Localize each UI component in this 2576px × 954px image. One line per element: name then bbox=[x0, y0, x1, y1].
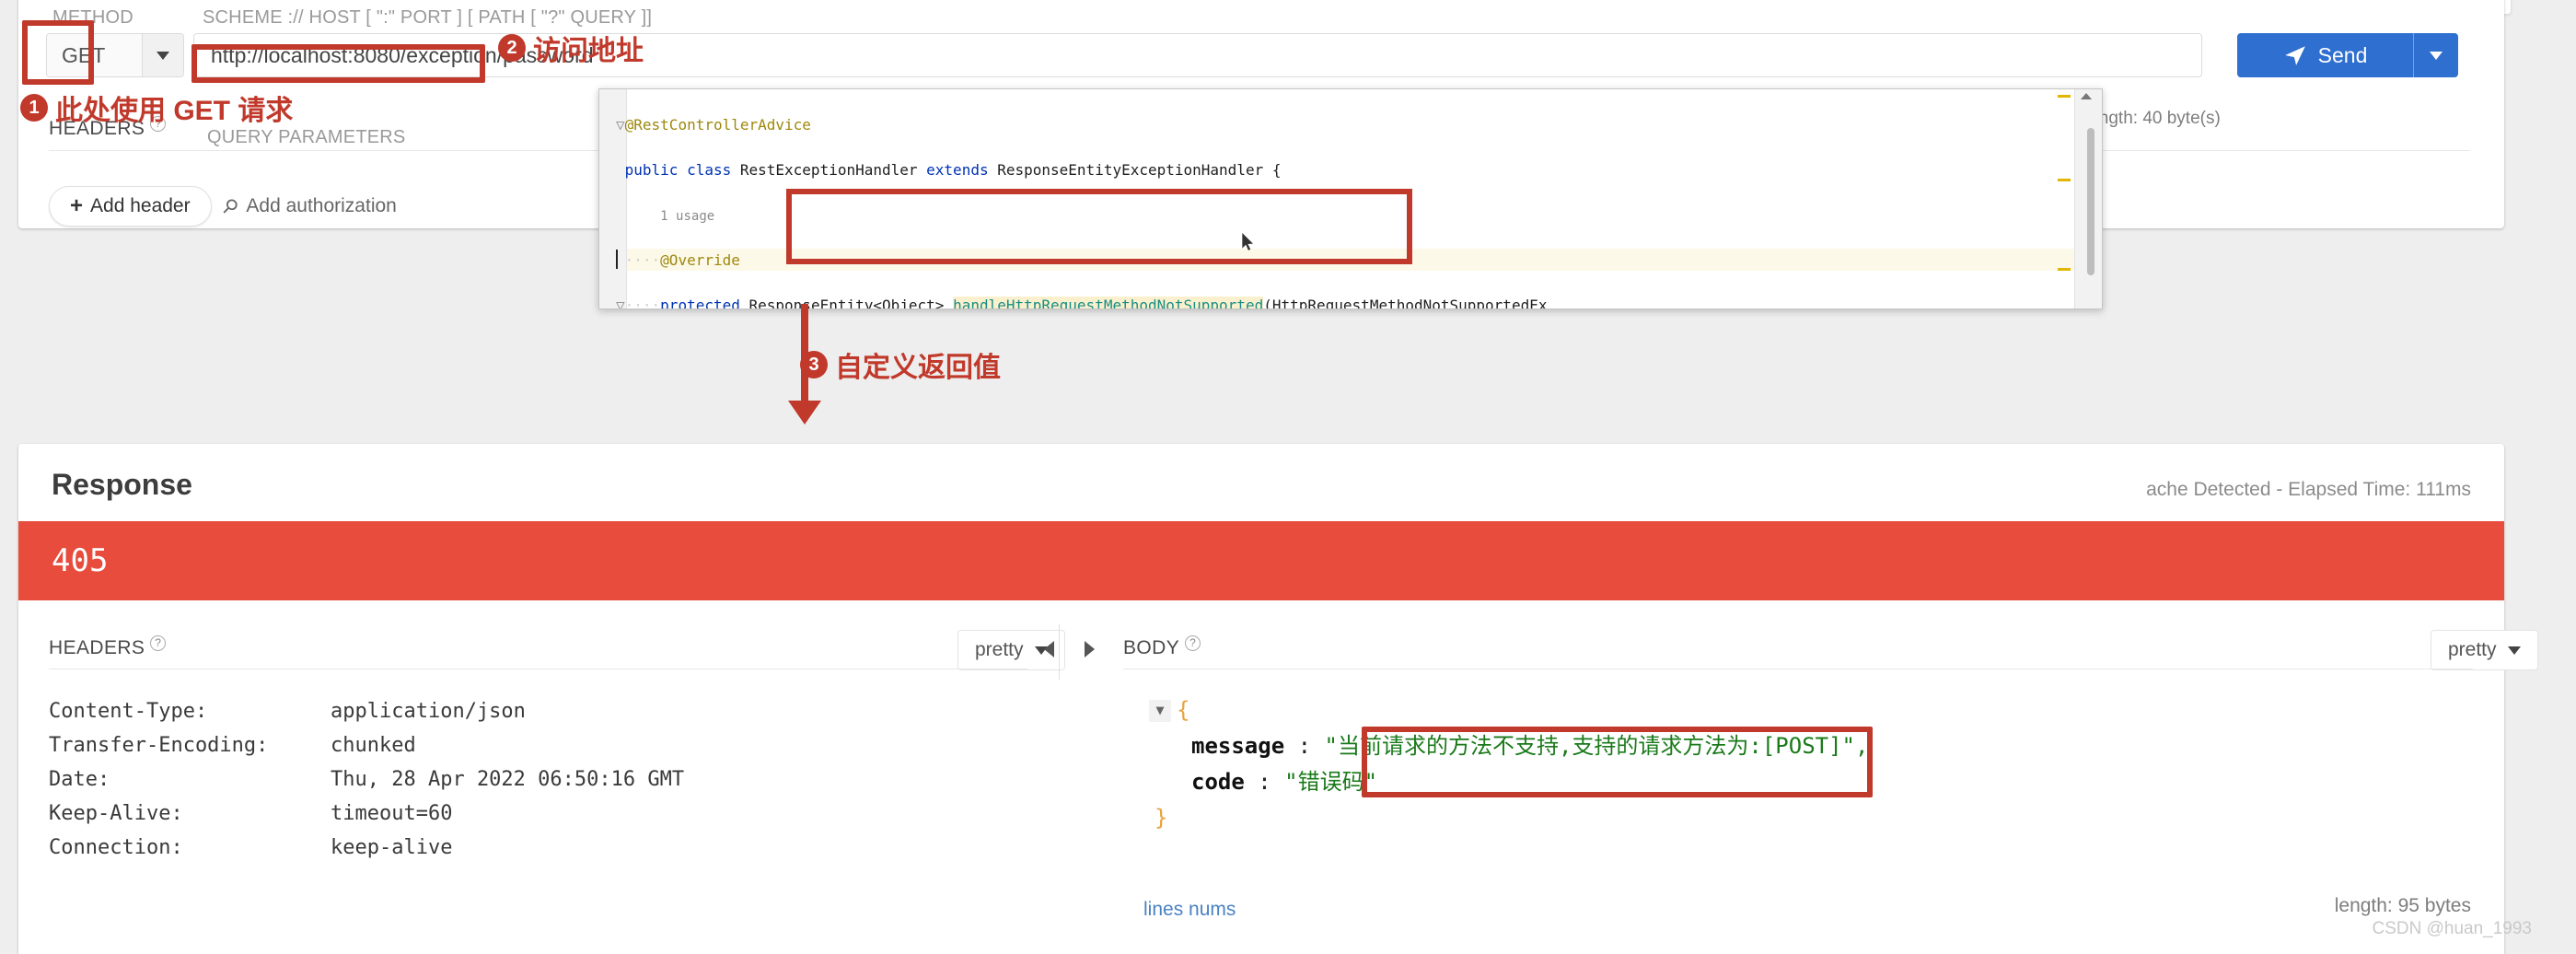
method-field-label: METHOD bbox=[52, 7, 133, 29]
cache-elapsed-info: ache Detected - Elapsed Time: 111ms bbox=[2146, 479, 2471, 501]
header-key: Content-Type: bbox=[49, 694, 331, 728]
header-value: Thu, 28 Apr 2022 06:50:16 GMT bbox=[331, 762, 684, 797]
mouse-cursor-icon bbox=[1242, 233, 1255, 251]
json-colon: : bbox=[1284, 733, 1324, 759]
table-row: Transfer-Encoding: chunked bbox=[49, 728, 684, 762]
response-body-format-select[interactable]: pretty bbox=[2431, 630, 2538, 670]
watermark: CSDN @huan_1993 bbox=[2372, 919, 2532, 939]
json-key-message: message bbox=[1191, 733, 1284, 759]
json-line-open: ▼{ bbox=[1149, 692, 1868, 728]
header-key: Keep-Alive: bbox=[49, 797, 331, 831]
code-line: ▽@RestControllerAdvice bbox=[616, 114, 1547, 137]
json-close-brace: } bbox=[1155, 805, 1167, 831]
plus-icon: + bbox=[70, 195, 83, 217]
send-options-caret-icon[interactable] bbox=[2414, 33, 2458, 77]
response-headers-table: Content-Type: application/json Transfer-… bbox=[49, 694, 684, 865]
query-parameters-label: QUERY PARAMETERS bbox=[207, 127, 405, 148]
json-open-brace: { bbox=[1177, 697, 1189, 723]
code-marker bbox=[2058, 95, 2071, 98]
send-button[interactable]: Send bbox=[2237, 33, 2458, 77]
send-button-main[interactable]: Send bbox=[2237, 33, 2414, 77]
annotation-number: 3 bbox=[800, 351, 828, 378]
json-line-message: message : "当前请求的方法不支持,支持的请求方法为:[POST]", bbox=[1149, 728, 1868, 764]
header-value: chunked bbox=[331, 728, 684, 762]
table-row: Content-Type: application/json bbox=[49, 694, 684, 728]
add-header-label: Add header bbox=[90, 195, 191, 217]
response-body-text: BODY bbox=[1123, 637, 1179, 658]
request-length-label: length: 40 byte(s) bbox=[2085, 109, 2221, 129]
add-authorization-label: Add authorization bbox=[246, 195, 396, 217]
method-select-value[interactable]: GET bbox=[47, 34, 143, 76]
code-scrollbar-thumb[interactable] bbox=[2087, 128, 2094, 275]
key-icon: ⚲ bbox=[216, 193, 243, 220]
response-body-format-value: pretty bbox=[2448, 639, 2497, 661]
annotation-text: 自定义返回值 bbox=[835, 344, 1001, 385]
lines-nums-link[interactable]: lines nums bbox=[1143, 899, 1236, 921]
json-key-code: code bbox=[1191, 769, 1245, 795]
response-headers-collapse-button[interactable] bbox=[1037, 637, 1061, 661]
header-key: Date: bbox=[49, 762, 331, 797]
response-length-label: length: 95 bytes bbox=[2335, 895, 2471, 917]
status-code: 405 bbox=[52, 542, 108, 579]
code-marker bbox=[2058, 179, 2071, 181]
header-value: timeout=60 bbox=[331, 797, 684, 831]
table-row: Date: Thu, 28 Apr 2022 06:50:16 GMT bbox=[49, 762, 684, 797]
annotation-label-2: 2 访问地址 bbox=[498, 28, 644, 68]
url-input[interactable]: http://localhost:8080/exception/password bbox=[193, 33, 2202, 77]
code-line: public class RestExceptionHandler extend… bbox=[616, 159, 1547, 182]
json-colon: : bbox=[1245, 769, 1284, 795]
header-key: Connection: bbox=[49, 831, 331, 865]
chevron-down-icon bbox=[2508, 646, 2521, 655]
response-headers-section-label: HEADERS? bbox=[49, 635, 166, 659]
code-editor-overlay: ▽@RestControllerAdvice public class Rest… bbox=[598, 88, 2103, 309]
table-row: Connection: keep-alive bbox=[49, 831, 684, 865]
code-marker bbox=[2058, 268, 2071, 271]
help-icon[interactable]: ? bbox=[150, 635, 166, 651]
response-title: Response bbox=[52, 468, 192, 502]
response-headers-format-value: pretty bbox=[975, 639, 1024, 661]
json-value-message: "当前请求的方法不支持,支持的请求方法为:[POST]", bbox=[1325, 733, 1869, 759]
json-collapse-toggle[interactable]: ▼ bbox=[1149, 700, 1171, 722]
response-body-section-label: BODY? bbox=[1123, 635, 1201, 659]
json-value-code: "错误码" bbox=[1284, 769, 1377, 795]
annotation-text: 访问地址 bbox=[533, 28, 644, 68]
annotation-number: 2 bbox=[498, 34, 526, 62]
status-bar: 405 bbox=[18, 521, 2504, 600]
send-plane-icon bbox=[2283, 43, 2307, 67]
add-authorization-button[interactable]: ⚲ Add authorization bbox=[223, 186, 397, 227]
header-value: application/json bbox=[331, 694, 684, 728]
chevron-down-icon[interactable] bbox=[143, 34, 183, 76]
app-root: METHOD GET SCHEME :// HOST [ ":" PORT ] … bbox=[0, 0, 2576, 954]
response-panel-divider bbox=[1059, 624, 1060, 680]
add-header-button[interactable]: + Add header bbox=[49, 186, 212, 227]
help-icon[interactable]: ? bbox=[1185, 635, 1201, 651]
code-line: ▽····protected ResponseEntity<Object> ha… bbox=[616, 295, 1547, 310]
header-key: Transfer-Encoding: bbox=[49, 728, 331, 762]
json-line-close: } bbox=[1149, 800, 1868, 836]
annotation-arrow-head bbox=[788, 401, 821, 425]
send-button-label: Send bbox=[2318, 43, 2368, 68]
annotation-label-1: 1 此处使用 GET 请求 bbox=[20, 87, 293, 128]
response-panel: Response ache Detected - Elapsed Time: 1… bbox=[18, 444, 2504, 954]
json-line-code: code : "错误码" bbox=[1149, 764, 1868, 800]
scroll-up-arrow-icon[interactable] bbox=[2081, 93, 2092, 99]
response-body-expand-button[interactable] bbox=[1077, 637, 1101, 661]
header-value: keep-alive bbox=[331, 831, 684, 865]
annotation-text: 此处使用 GET 请求 bbox=[55, 87, 293, 128]
url-field-label: SCHEME :// HOST [ ":" PORT ] [ PATH [ "?… bbox=[203, 7, 652, 29]
method-select[interactable]: GET bbox=[46, 33, 184, 77]
code-annotation-box bbox=[786, 189, 1412, 264]
annotation-number: 1 bbox=[20, 94, 48, 122]
annotation-label-3: 3 自定义返回值 bbox=[800, 344, 1001, 385]
table-row: Keep-Alive: timeout=60 bbox=[49, 797, 684, 831]
response-body-json: ▼{ message : "当前请求的方法不支持,支持的请求方法为:[POST]… bbox=[1149, 692, 1868, 836]
response-headers-text: HEADERS bbox=[49, 637, 145, 658]
